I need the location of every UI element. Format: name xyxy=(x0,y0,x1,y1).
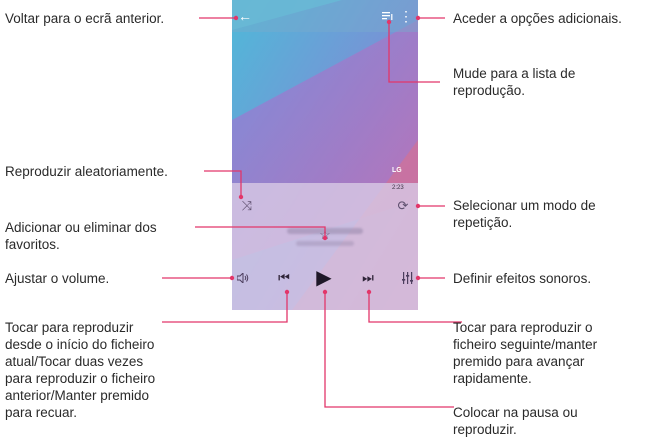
label-volume: Ajustar o volume. xyxy=(5,271,110,286)
label-play-pause: Colocar na pausa ou reproduzir. xyxy=(453,405,578,437)
label-sound-effects: Definir efeitos sonoros. xyxy=(453,271,592,286)
label-shuffle: Reproduzir aleatoriamente. xyxy=(5,164,168,179)
label-next: Tocar para reproduzir o ficheiro seguinte… xyxy=(453,320,598,386)
label-back: Voltar para o ecrã anterior. xyxy=(5,11,165,26)
label-favorite: Adicionar ou eliminar dos favoritos. xyxy=(5,220,157,252)
label-previous: Tocar para reproduzir desde o início do f… xyxy=(5,320,156,420)
label-more-options: Aceder a opções adicionais. xyxy=(453,11,622,26)
label-repeat: Selecionar um modo de repetição. xyxy=(453,198,596,230)
label-playlist: Mude para a lista de reprodução. xyxy=(453,66,576,98)
